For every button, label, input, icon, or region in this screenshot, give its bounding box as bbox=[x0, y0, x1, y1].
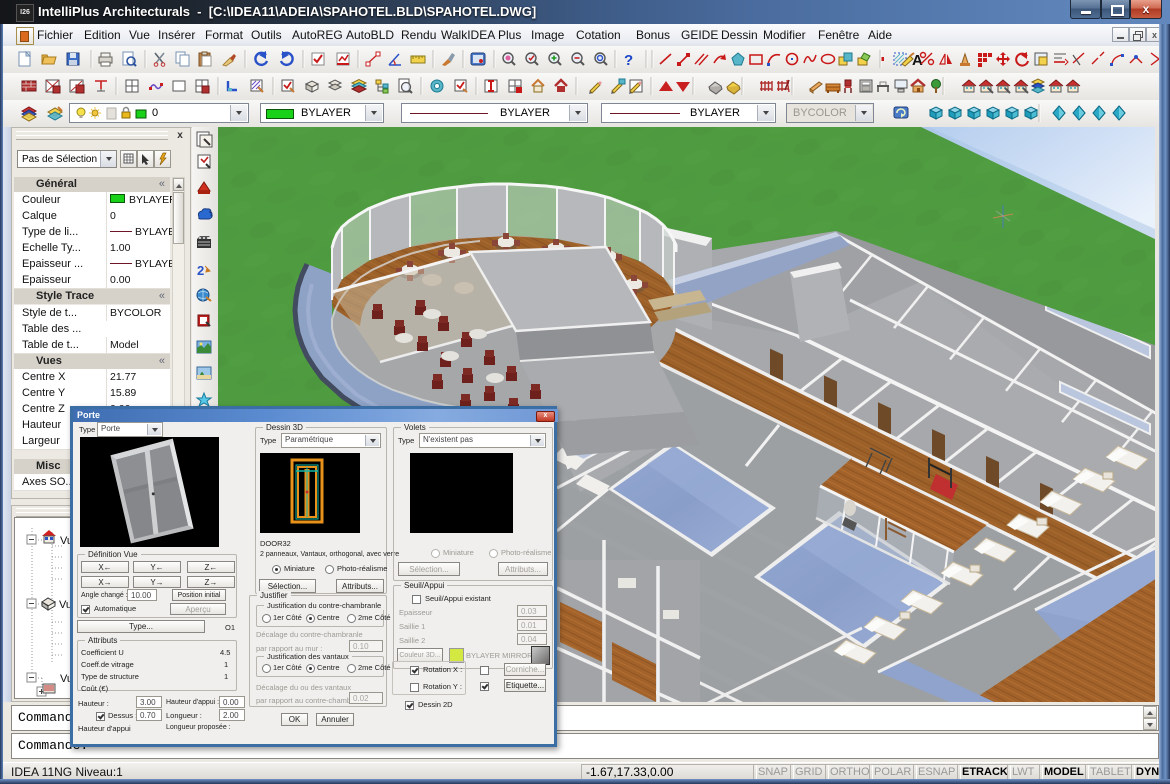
svg-text:A: A bbox=[912, 52, 923, 69]
svg-text:2: 2 bbox=[197, 263, 204, 278]
svg-text:?: ? bbox=[624, 52, 633, 69]
